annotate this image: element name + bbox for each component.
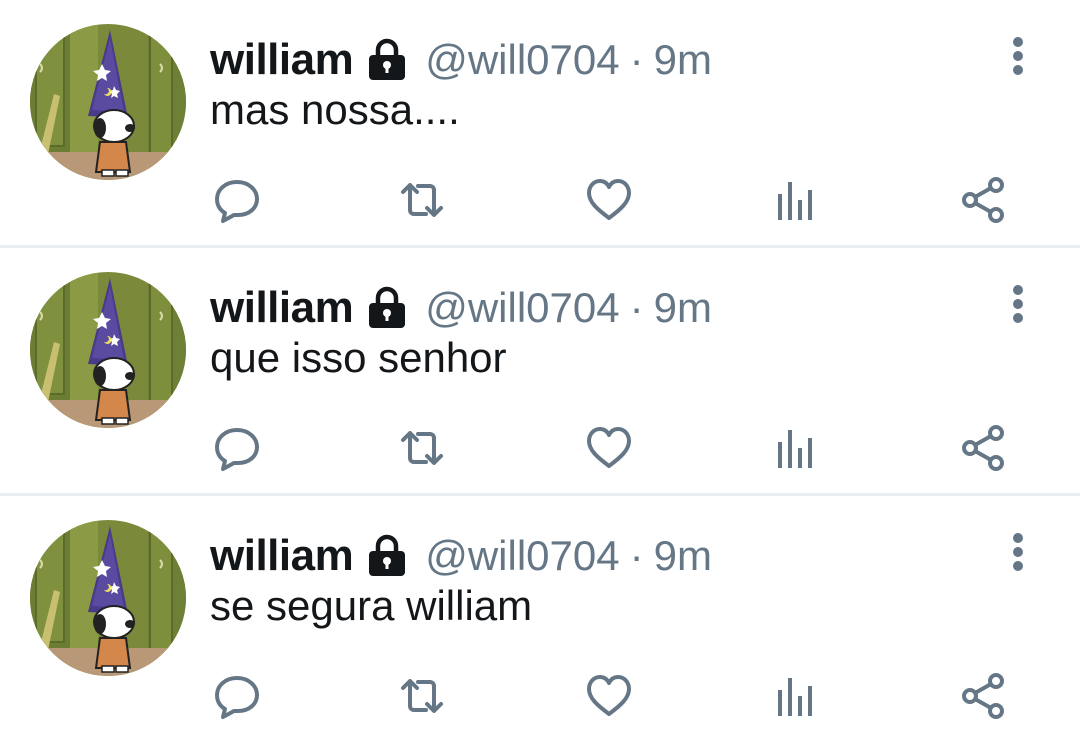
tweet-actions bbox=[0, 424, 1080, 472]
user-handle[interactable]: @will0704 bbox=[425, 284, 619, 332]
avatar[interactable] bbox=[30, 24, 186, 180]
tweet-header: william @will0704 · 9m bbox=[210, 30, 712, 90]
display-name[interactable]: william bbox=[210, 531, 354, 581]
like-icon[interactable] bbox=[584, 424, 634, 472]
lock-icon bbox=[365, 534, 409, 578]
tweet-text: mas nossa.... bbox=[210, 86, 460, 133]
reply-icon[interactable] bbox=[212, 672, 262, 720]
more-options-icon[interactable] bbox=[998, 530, 1038, 574]
avatar[interactable] bbox=[30, 272, 186, 428]
stats-icon[interactable] bbox=[770, 424, 820, 472]
share-icon[interactable] bbox=[958, 672, 1008, 720]
retweet-icon[interactable] bbox=[397, 424, 447, 472]
stats-icon[interactable] bbox=[770, 176, 820, 224]
retweet-icon[interactable] bbox=[397, 176, 447, 224]
share-icon[interactable] bbox=[958, 176, 1008, 224]
lock-icon bbox=[365, 286, 409, 330]
snoopy-wizard-avatar-image bbox=[30, 272, 186, 428]
tweet-header: william @will0704 · 9m bbox=[210, 526, 712, 586]
avatar[interactable] bbox=[30, 520, 186, 676]
separator-dot: · bbox=[629, 532, 644, 579]
display-name[interactable]: william bbox=[210, 283, 354, 333]
stats-icon[interactable] bbox=[770, 672, 820, 720]
tweet-actions bbox=[0, 176, 1080, 224]
timestamp[interactable]: 9m bbox=[654, 284, 712, 332]
tweet-actions bbox=[0, 672, 1080, 720]
tweet-text: que isso senhor bbox=[210, 334, 507, 381]
separator-dot: · bbox=[629, 36, 644, 83]
display-name[interactable]: william bbox=[210, 35, 354, 85]
tweet-text: se segura william bbox=[210, 582, 533, 629]
reply-icon[interactable] bbox=[212, 424, 262, 472]
retweet-icon[interactable] bbox=[397, 672, 447, 720]
tweet-item[interactable]: william @will0704 · 9m que isso senhor bbox=[0, 248, 1080, 496]
reply-icon[interactable] bbox=[212, 176, 262, 224]
more-options-icon[interactable] bbox=[998, 282, 1038, 326]
timestamp[interactable]: 9m bbox=[654, 532, 712, 580]
snoopy-wizard-avatar-image bbox=[30, 520, 186, 676]
like-icon[interactable] bbox=[584, 672, 634, 720]
user-handle[interactable]: @will0704 bbox=[425, 36, 619, 84]
tweet-item[interactable]: william @will0704 · 9m se segura william bbox=[0, 496, 1080, 744]
tweet-header: william @will0704 · 9m bbox=[210, 278, 712, 338]
user-handle[interactable]: @will0704 bbox=[425, 532, 619, 580]
more-options-icon[interactable] bbox=[998, 34, 1038, 78]
lock-icon bbox=[365, 38, 409, 82]
timestamp[interactable]: 9m bbox=[654, 36, 712, 84]
snoopy-wizard-avatar-image bbox=[30, 24, 186, 180]
share-icon[interactable] bbox=[958, 424, 1008, 472]
separator-dot: · bbox=[629, 284, 644, 331]
tweet-item[interactable]: william @will0704 · 9m mas nossa.... bbox=[0, 0, 1080, 248]
like-icon[interactable] bbox=[584, 176, 634, 224]
